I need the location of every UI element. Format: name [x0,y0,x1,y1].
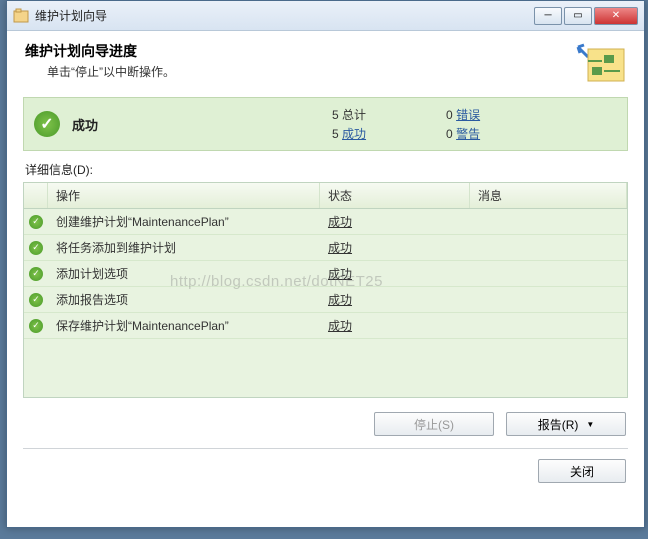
report-button-label: 报告(R) [538,416,579,433]
check-icon: ✓ [29,267,43,281]
cell-action: 创建维护计划“MaintenancePlan” [48,209,320,234]
details-grid: 操作 状态 消息 ✓ 创建维护计划“MaintenancePlan” 成功 ✓ … [23,182,628,398]
cell-status[interactable]: 成功 [320,313,470,338]
table-row[interactable]: ✓ 添加计划选项 成功 [24,261,627,287]
title-bar[interactable]: 维护计划向导 ─ ▭ ✕ [7,1,644,31]
cell-message [470,209,627,234]
cell-action: 添加计划选项 [48,261,320,286]
cell-action: 保存维护计划“MaintenancePlan” [48,313,320,338]
cell-status[interactable]: 成功 [320,261,470,286]
cell-action: 添加报告选项 [48,287,320,312]
cell-message [470,261,627,286]
table-row[interactable]: ✓ 将任务添加到维护计划 成功 [24,235,627,261]
window-title: 维护计划向导 [35,7,534,24]
col-header-message[interactable]: 消息 [470,183,627,208]
grid-body: ✓ 创建维护计划“MaintenancePlan” 成功 ✓ 将任务添加到维护计… [24,209,627,397]
check-icon: ✓ [29,319,43,333]
table-row[interactable]: ✓ 添加报告选项 成功 [24,287,627,313]
success-icon: ✓ [34,111,60,137]
check-icon: ✓ [29,241,43,255]
cell-message [470,313,627,338]
grid-header: 操作 状态 消息 [24,183,627,209]
stat-total: 5 总计 [332,106,366,123]
stat-success: 5 成功 [332,125,366,142]
table-row[interactable]: ✓ 创建维护计划“MaintenancePlan” 成功 [24,209,627,235]
details-label: 详细信息(D): [25,161,626,178]
cell-message [470,287,627,312]
dialog-window: 维护计划向导 ─ ▭ ✕ 维护计划向导进度 单击“停止”以中断操作。 [6,0,645,528]
report-button[interactable]: 报告(R) ▼ [506,412,626,436]
chevron-down-icon: ▼ [586,420,594,429]
close-window-button[interactable]: ✕ [594,7,638,25]
window-controls: ─ ▭ ✕ [534,7,638,25]
status-label: 成功 [72,115,332,134]
page-title: 维护计划向导进度 [25,41,576,61]
cell-message [470,235,627,260]
close-button[interactable]: 关闭 [538,459,626,483]
app-icon [13,8,29,24]
cell-action: 将任务添加到维护计划 [48,235,320,260]
cell-status[interactable]: 成功 [320,287,470,312]
cell-status[interactable]: 成功 [320,235,470,260]
status-summary: ✓ 成功 5 总计 0 错误 5 成功 0 警告 [23,97,628,151]
cell-status[interactable]: 成功 [320,209,470,234]
stat-error: 0 错误 [446,106,480,123]
wizard-icon [576,41,626,83]
stat-warning: 0 警告 [446,125,480,142]
page-subtitle: 单击“停止”以中断操作。 [47,63,576,80]
check-icon: ✓ [29,293,43,307]
table-row[interactable]: ✓ 保存维护计划“MaintenancePlan” 成功 [24,313,627,339]
dialog-content: 维护计划向导进度 单击“停止”以中断操作。 ✓ 成功 [7,31,644,493]
minimize-button[interactable]: ─ [534,7,562,25]
col-header-action[interactable]: 操作 [48,183,320,208]
stop-button: 停止(S) [374,412,494,436]
maximize-button[interactable]: ▭ [564,7,592,25]
check-icon: ✓ [29,215,43,229]
col-header-status[interactable]: 状态 [320,183,470,208]
